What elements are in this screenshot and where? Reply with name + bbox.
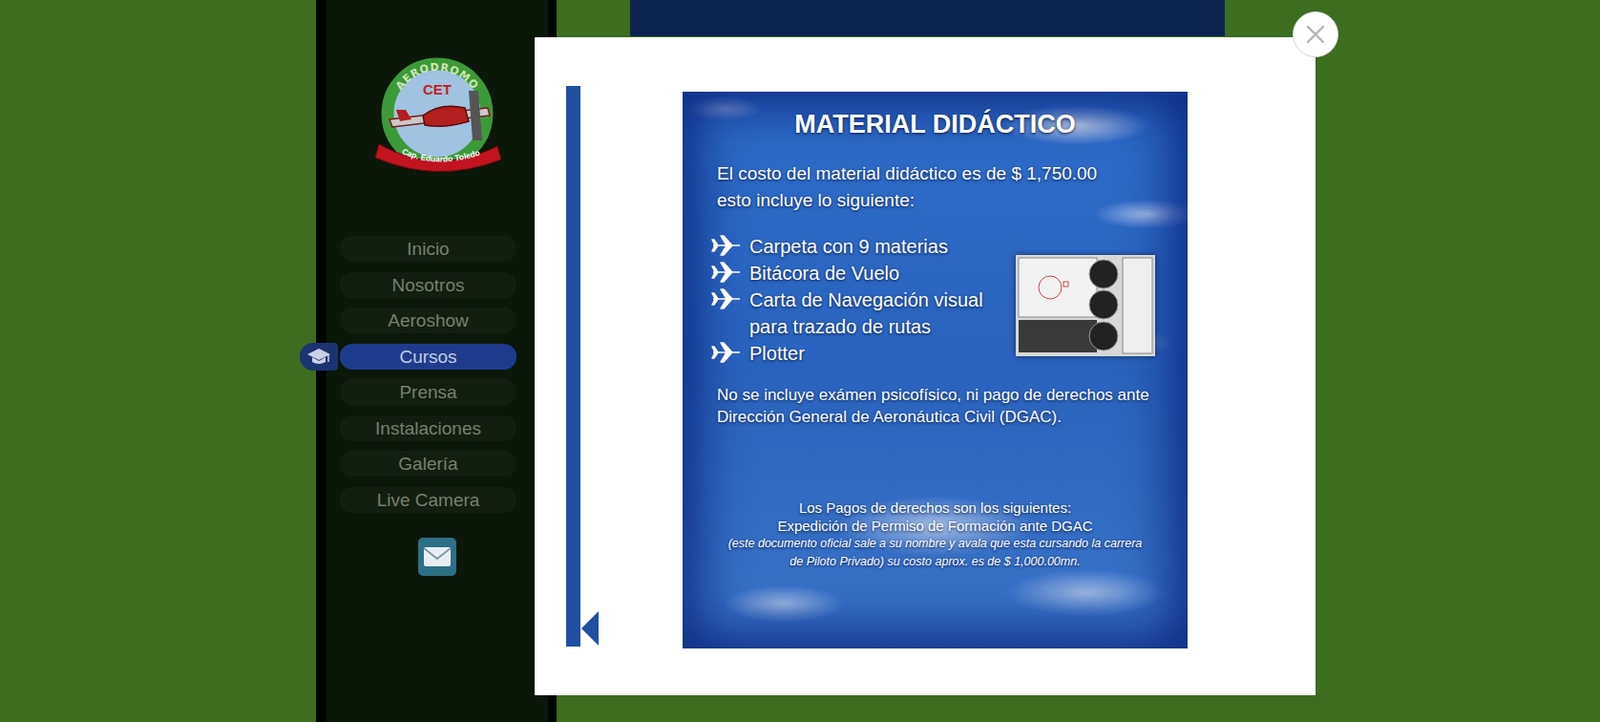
logo-ribbon-text: Cap. Eduardo Toledo [400, 146, 482, 164]
menu-item[interactable]: Instalaciones [339, 415, 517, 442]
page: AERODROMOCETCap. Eduardo Toledo Inicio N… [0, 0, 1600, 722]
airplane-icon [711, 340, 742, 364]
included-item: Carpeta con 9 materias [711, 232, 1016, 260]
previous-arrow-icon[interactable] [581, 610, 599, 646]
slide-intro: El costo del material didáctico es de $ … [716, 160, 1188, 214]
slide-image: MATERIAL DIDÁCTICO El costo del material… [682, 91, 1188, 649]
menu: Inicio Nosotros Aeroshow Cursos Prensa I… [326, 235, 548, 513]
fees: Los Pagos de derechos son los siguientes… [682, 498, 1188, 571]
sidebar: AERODROMOCETCap. Eduardo Toledo Inicio N… [315, 0, 557, 722]
menu-item[interactable]: Nosotros [339, 272, 517, 298]
included-item: Bitácora de Vuelo [711, 259, 1016, 287]
slide-title: MATERIAL DIDÁCTICO [682, 108, 1188, 140]
airplane-icon [711, 233, 742, 257]
included-item: Plotter [711, 339, 1016, 367]
header [630, 0, 1225, 37]
airplane-icon [711, 260, 742, 284]
logo-initials: CET [422, 81, 452, 98]
airplane-icon [711, 287, 742, 311]
lightbox: MATERIAL DIDÁCTICO El costo del material… [534, 37, 1316, 695]
graduation-cap-icon [299, 342, 338, 371]
menu-item[interactable]: Galería [339, 450, 517, 477]
menu-item[interactable]: Prensa [339, 378, 517, 405]
email-button[interactable] [418, 537, 457, 576]
menu-item[interactable]: Cursos [339, 343, 517, 370]
slide-note: No se incluye exámen psicofísico, ni pag… [716, 383, 1188, 428]
menu-item[interactable]: Inicio [339, 235, 517, 262]
instrument-panel-picture [1015, 254, 1156, 357]
envelope-icon [422, 546, 452, 568]
menu-item[interactable]: Live Camera [339, 486, 517, 513]
close-icon [1305, 23, 1327, 45]
close-button[interactable] [1292, 11, 1339, 58]
logo-icon: AERODROMOCETCap. Eduardo Toledo [365, 52, 509, 179]
included-item: Carta de Navegación visualpara trazado d… [711, 286, 1016, 340]
slide-nav-bar [566, 85, 581, 647]
menu-item[interactable]: Aeroshow [339, 307, 517, 334]
logo[interactable]: AERODROMOCETCap. Eduardo Toledo [365, 52, 509, 179]
included-items: Carpeta con 9 materias Bitácora de Vuelo… [682, 232, 1016, 367]
